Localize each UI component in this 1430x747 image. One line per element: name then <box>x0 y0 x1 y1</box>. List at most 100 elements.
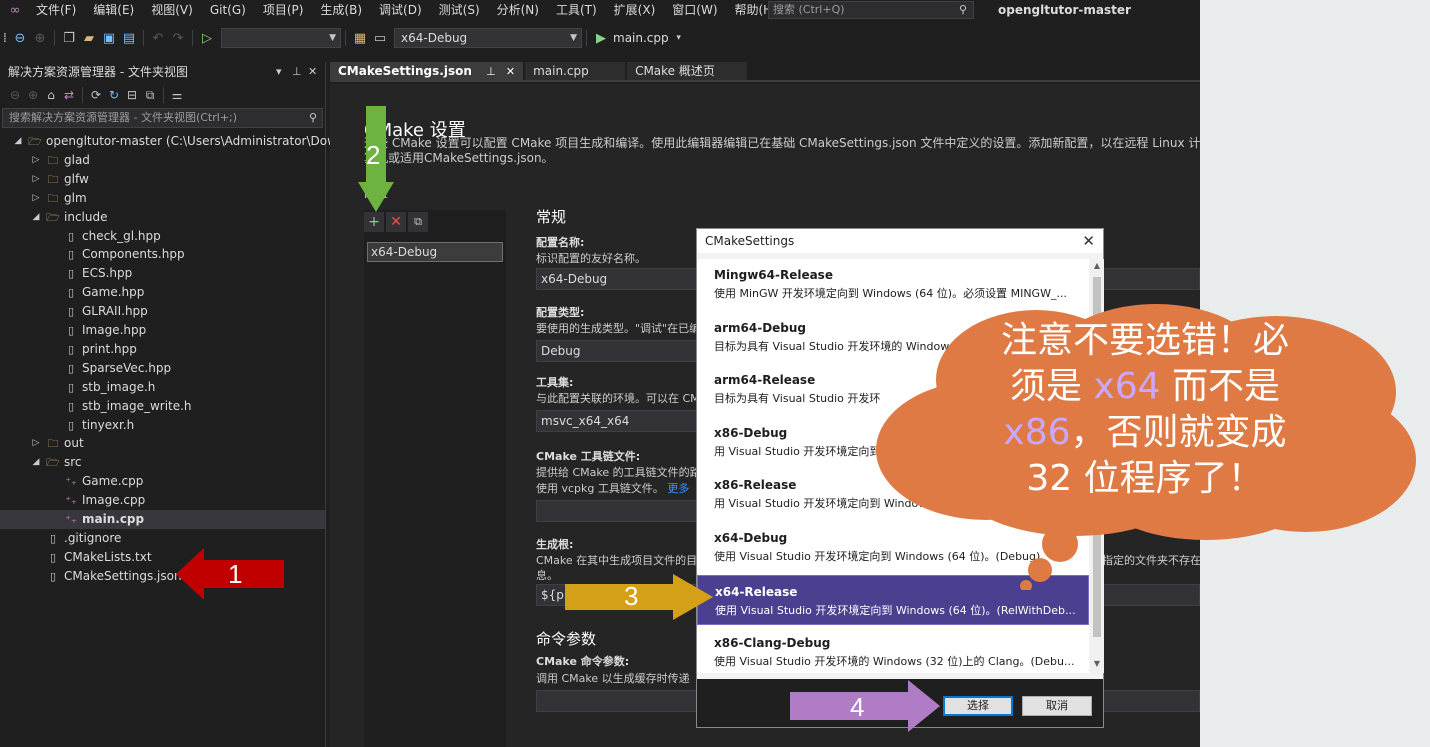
menu-edit[interactable]: 编辑(E) <box>87 0 140 20</box>
tree-item-label: Components.hpp <box>82 247 185 262</box>
menu-tools[interactable]: 工具(T) <box>550 0 603 20</box>
select-button[interactable]: 选择 <box>943 696 1013 716</box>
properties-icon[interactable]: ⚌ <box>168 85 186 105</box>
target-view-icon[interactable]: ▦ <box>350 28 370 48</box>
configuration-option[interactable]: x86-Clang-Debug 使用 Visual Studio 开发环境的 Wi… <box>697 627 1089 677</box>
menu-git[interactable]: Git(G) <box>204 0 252 20</box>
menu-build[interactable]: 生成(B) <box>314 0 368 20</box>
menu-test[interactable]: 测试(S) <box>433 0 486 20</box>
tree-item[interactable]: ▯ ECS.hpp <box>0 264 325 283</box>
chevron-right-icon[interactable]: ▷ <box>30 189 42 208</box>
document-tabs: CMakeSettings.json ⊥ ✕ main.cpp CMake 概述… <box>330 62 1200 82</box>
forward-icon[interactable]: ⊕ <box>24 85 42 105</box>
chevron-right-icon[interactable]: ▷ <box>30 170 42 189</box>
menu-window[interactable]: 窗口(W) <box>666 0 723 20</box>
tree-item[interactable]: ▯ .gitignore <box>0 529 325 548</box>
menu-file[interactable]: 文件(F) <box>30 0 82 20</box>
chevron-down-icon[interactable]: ◢ <box>12 132 24 151</box>
back-icon[interactable]: ⊖ <box>6 85 24 105</box>
close-icon[interactable]: ✕ <box>506 65 515 78</box>
tree-item[interactable]: ▯ print.hpp <box>0 340 325 359</box>
tree-item[interactable]: ▯ Image.hpp <box>0 321 325 340</box>
chevron-down-icon[interactable]: ◢ <box>30 208 42 227</box>
toolbar-separator <box>345 30 346 46</box>
start-debug-icon[interactable]: ▷ <box>197 28 217 48</box>
run-icon[interactable]: ▶ <box>591 28 611 48</box>
tree-item[interactable]: ◢ 🗁 src <box>0 453 325 472</box>
file-icon: ▯ <box>67 324 75 337</box>
add-configuration-button[interactable]: + <box>364 212 384 232</box>
forward-icon[interactable]: ⊕ <box>30 28 50 48</box>
scroll-up-icon[interactable]: ▲ <box>1090 261 1104 270</box>
tree-item-label: out <box>64 436 84 451</box>
menu-analyze[interactable]: 分析(N) <box>491 0 545 20</box>
more-info-link[interactable]: 更多 <box>667 482 689 495</box>
sync-icon[interactable]: ⟳ <box>87 85 105 105</box>
scroll-down-icon[interactable]: ▼ <box>1090 659 1104 668</box>
tree-item-label: glad <box>64 152 90 167</box>
solution-search-input[interactable]: 搜索解决方案资源管理器 - 文件夹视图(Ctrl+;) ⚲ <box>2 108 323 128</box>
tree-item[interactable]: ▷ 🗀 glm <box>0 189 325 208</box>
menu-extensions[interactable]: 扩展(X) <box>608 0 662 20</box>
tree-item[interactable]: ▯ SparseVec.hpp <box>0 359 325 378</box>
tree-item[interactable]: ◢ 🗁 include <box>0 208 325 227</box>
pin-icon[interactable]: ⊥ <box>486 65 496 78</box>
tree-item[interactable]: ▯ Game.hpp <box>0 283 325 302</box>
configuration-dropdown[interactable]: x64-Debug ▼ <box>394 28 582 48</box>
tree-item[interactable]: ⁺₊ Game.cpp <box>0 472 325 491</box>
chevron-right-icon[interactable]: ▷ <box>30 434 42 453</box>
tree-item[interactable]: ▷ 🗀 out <box>0 434 325 453</box>
tab-cmake-overview[interactable]: CMake 概述页 <box>627 62 748 80</box>
tree-item[interactable]: ⁺₊ main.cpp <box>0 510 325 529</box>
tree-item[interactable]: ▯ check_gl.hpp <box>0 227 325 246</box>
tree-item[interactable]: ◢ 🗁 opengltutor-master (C:\Users\Administr… <box>0 132 337 151</box>
main-toolbar: ⁞ ⊖ ⊕ ❐ ▰ ▣ ▤ ↶ ↷ ▷ ▼ ▦ ▭ x64-Debug ▼ ▶ … <box>0 26 1200 50</box>
redo-icon[interactable]: ↷ <box>168 28 188 48</box>
tab-main-cpp[interactable]: main.cpp <box>525 62 626 80</box>
configuration-value: x64-Debug <box>401 31 468 45</box>
pin-icon[interactable]: ⊥ <box>292 62 302 82</box>
menu-debug[interactable]: 调试(D) <box>373 0 428 20</box>
config-type-desc: 要使用的生成类型。"调试"在已编 <box>536 322 701 335</box>
toolbar-separator <box>82 87 83 103</box>
run-target-button[interactable]: main.cpp <box>613 31 669 45</box>
save-all-icon[interactable]: ▤ <box>119 28 139 48</box>
switch-view-icon[interactable]: ▭ <box>370 28 390 48</box>
vs-logo-icon[interactable]: ∞ <box>0 3 30 18</box>
toolbar-separator <box>192 30 193 46</box>
delete-configuration-button[interactable]: ✕ <box>386 212 406 232</box>
close-icon[interactable]: ✕ <box>1082 229 1095 253</box>
copy-configuration-button[interactable]: ⧉ <box>408 212 428 232</box>
open-folder-icon[interactable]: ▰ <box>79 28 99 48</box>
new-project-icon[interactable]: ❐ <box>59 28 79 48</box>
window-menu-icon[interactable]: ▾ <box>276 62 282 82</box>
tree-item[interactable]: ▯ tinyexr.h <box>0 416 325 435</box>
menu-project[interactable]: 项目(P) <box>257 0 310 20</box>
tree-item[interactable]: ▯ stb_image.h <box>0 378 325 397</box>
startup-item-dropdown[interactable]: ▼ <box>221 28 341 48</box>
tree-item[interactable]: ▷ 🗀 glfw <box>0 170 325 189</box>
chevron-down-icon[interactable]: ◢ <box>30 453 42 472</box>
back-icon[interactable]: ⊖ <box>10 28 30 48</box>
undo-icon[interactable]: ↶ <box>148 28 168 48</box>
tree-item[interactable]: ▯ Components.hpp <box>0 245 325 264</box>
search-input[interactable]: 搜索 (Ctrl+Q) ⚲ <box>768 1 974 19</box>
tree-item[interactable]: ⁺₊ Image.cpp <box>0 491 325 510</box>
configuration-item[interactable]: x64-Debug <box>367 242 503 262</box>
refresh-icon[interactable]: ↻ <box>105 85 123 105</box>
tree-item[interactable]: ▷ 🗀 glad <box>0 151 325 170</box>
menu-view[interactable]: 视图(V) <box>145 0 199 20</box>
close-icon[interactable]: ✕ <box>308 62 317 82</box>
home-icon[interactable]: ⌂ <box>42 85 60 105</box>
chevron-right-icon[interactable]: ▷ <box>30 151 42 170</box>
tree-item[interactable]: ▯ stb_image_write.h <box>0 397 325 416</box>
show-all-files-icon[interactable]: ⧉ <box>141 85 159 105</box>
cancel-button[interactable]: 取消 <box>1022 696 1092 716</box>
save-icon[interactable]: ▣ <box>99 28 119 48</box>
file-icon: ▯ <box>49 569 57 583</box>
switch-views-icon[interactable]: ⇄ <box>60 85 78 105</box>
run-dropdown-icon[interactable]: ▾ <box>669 28 689 48</box>
collapse-all-icon[interactable]: ⊟ <box>123 85 141 105</box>
tab-cmakesettings[interactable]: CMakeSettings.json ⊥ ✕ <box>330 62 524 80</box>
tree-item[interactable]: ▯ GLRAII.hpp <box>0 302 325 321</box>
